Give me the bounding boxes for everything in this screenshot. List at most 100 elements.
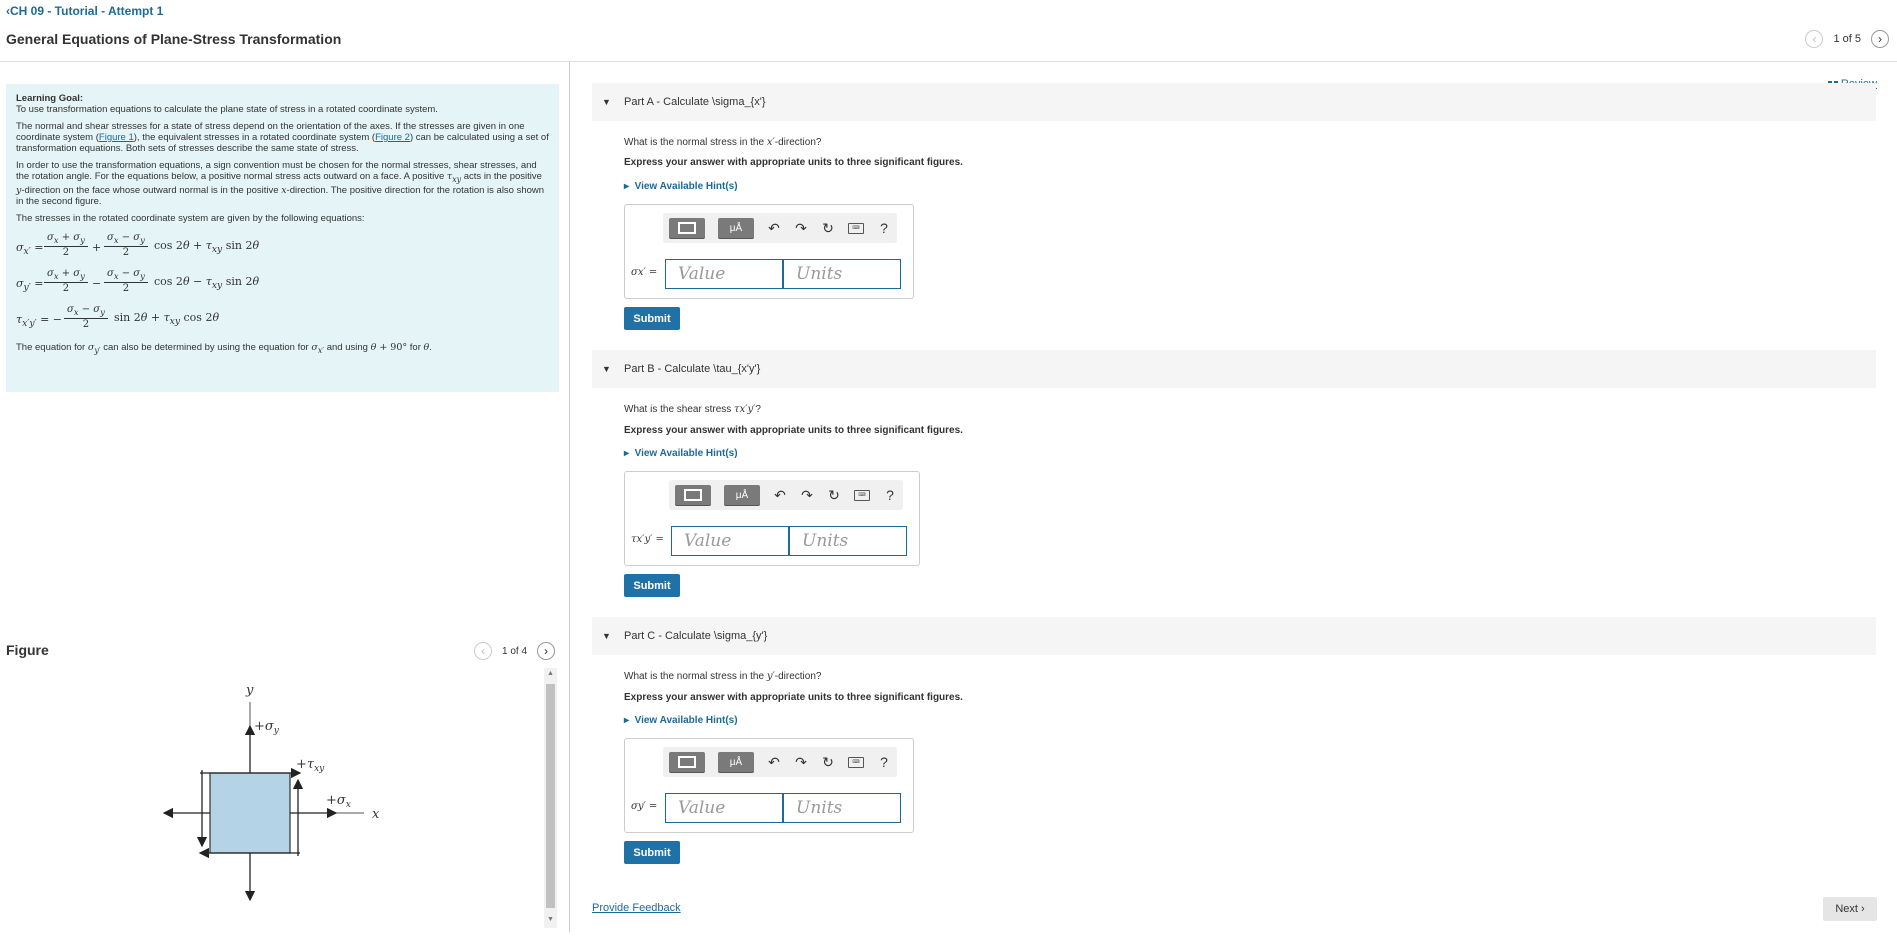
next-problem-button[interactable]: › [1871, 30, 1889, 48]
part-c-header[interactable]: ▼ Part C - Calculate \sigma_{y'} [592, 617, 1876, 655]
part-b-question: What is the shear stress τx′y′? [624, 404, 761, 415]
template-icon [678, 756, 696, 768]
y-axis-label: y [245, 683, 254, 698]
figure-2-link[interactable]: Figure 2 [375, 132, 410, 143]
part-c-submit-button[interactable]: Submit [624, 841, 680, 864]
sigma-y-label: +σy [254, 719, 280, 736]
page-title: General Equations of Plane-Stress Transf… [6, 31, 342, 47]
units-button[interactable]: μÅ [718, 752, 754, 772]
figure-panel: y x +σy +τxy +σx [0, 668, 560, 932]
figure-title: Figure [6, 642, 49, 658]
part-c-question: What is the normal stress in the y′-dire… [624, 671, 822, 682]
part-b-submit-button[interactable]: Submit [624, 574, 680, 597]
part-c-instructions: Express your answer with appropriate uni… [624, 692, 963, 703]
part-b-instructions: Express your answer with appropriate uni… [624, 425, 963, 436]
part-a-title: Part A - Calculate \sigma_{x'} [624, 96, 766, 108]
reset-icon[interactable]: ↻ [821, 220, 835, 237]
redo-icon[interactable]: ↷ [800, 487, 814, 504]
template-icon [684, 489, 702, 501]
part-c-value-input[interactable]: Value [665, 793, 783, 823]
prev-problem-button[interactable]: ‹ [1805, 30, 1824, 48]
keyboard-icon[interactable]: ⌨ [854, 489, 870, 501]
collapse-triangle-icon: ▼ [602, 631, 611, 641]
keyboard-icon[interactable]: ⌨ [848, 222, 864, 234]
tau-x-prime-y-prime-label: τx′y′ = [631, 534, 664, 545]
chevron-left-icon: ‹ [481, 644, 485, 658]
sigma-x-prime-label: σx′ = [631, 267, 658, 278]
part-b-answer-box: μÅ ↶ ↷ ↻ ⌨ ? τx′y′ = Value Units [624, 471, 920, 566]
math-toolbar: μÅ ↶ ↷ ↻ ⌨ ? [669, 480, 903, 510]
part-b-header[interactable]: ▼ Part B - Calculate \tau_{x'y'} [592, 350, 1876, 388]
figure-scrollbar[interactable]: ▲ ▼ [544, 668, 557, 928]
collapse-triangle-icon: ▼ [602, 97, 611, 107]
keyboard-icon[interactable]: ⌨ [848, 756, 864, 768]
undo-icon[interactable]: ↶ [773, 487, 787, 504]
equation-sigma-x-prime: σx′ = σx + σy 2 + σx − σy 2 cos 2θ + τxy s… [16, 231, 260, 258]
part-a-value-input[interactable]: Value [665, 259, 783, 289]
collapse-triangle-icon: ▼ [602, 364, 611, 374]
next-button[interactable]: Next › [1823, 897, 1877, 921]
redo-icon[interactable]: ↷ [794, 754, 808, 771]
problem-pager-text: 1 of 5 [1833, 33, 1861, 45]
template-button[interactable] [669, 752, 705, 772]
goal-paragraph-2: The normal and shear stresses for a stat… [16, 121, 549, 154]
goal-paragraph-4: The stresses in the rotated coordinate s… [16, 212, 365, 224]
next-figure-button[interactable]: › [537, 642, 556, 660]
problem-pager: ‹ 1 of 5 › [1805, 30, 1889, 48]
sigma-y-prime-label: σy′ = [631, 801, 658, 812]
part-a-header[interactable]: ▼ Part A - Calculate \sigma_{x'} [592, 83, 1876, 121]
goal-paragraph-3: In order to use the transformation equat… [16, 160, 545, 207]
template-button[interactable] [675, 485, 711, 505]
chevron-right-icon: › [544, 644, 549, 658]
part-a-answer-box: μÅ ↶ ↷ ↻ ⌨ ? σx′ = Value Units [624, 204, 914, 299]
part-c-units-input[interactable]: Units [783, 793, 901, 823]
equation-sigma-y-prime: σy′ = σx + σy 2 − σx − σy 2 cos 2θ − τxy s… [16, 267, 260, 294]
tau-xy-label: +τxy [296, 757, 325, 774]
reset-icon[interactable]: ↻ [821, 754, 835, 771]
part-a-units-input[interactable]: Units [783, 259, 901, 289]
part-b-units-input[interactable]: Units [789, 526, 907, 556]
scrollbar-thumb[interactable] [546, 684, 555, 908]
prev-figure-button[interactable]: ‹ [474, 642, 492, 660]
figure-pager-text: 1 of 4 [502, 645, 528, 657]
help-icon[interactable]: ? [877, 754, 891, 770]
learning-goal-panel: Learning Goal: To use transformation equ… [6, 84, 559, 392]
part-a-submit-button[interactable]: Submit [624, 307, 680, 330]
units-button[interactable]: μÅ [718, 218, 754, 238]
help-icon[interactable]: ? [883, 487, 897, 503]
sigma-x-label: +σx [326, 793, 351, 810]
learning-goal-text: To use transformation equations to calcu… [16, 104, 438, 115]
part-c-hint-link[interactable]: ▸ View Available Hint(s) [624, 715, 738, 726]
scroll-down-icon[interactable]: ▼ [547, 916, 554, 923]
units-button[interactable]: μÅ [724, 485, 760, 505]
help-icon[interactable]: ? [877, 220, 891, 236]
part-b-hint-link[interactable]: ▸ View Available Hint(s) [624, 448, 738, 459]
part-b-value-input[interactable]: Value [671, 526, 789, 556]
provide-feedback-link[interactable]: Provide Feedback [592, 902, 681, 914]
part-c-answer-box: μÅ ↶ ↷ ↻ ⌨ ? σy′ = Value Units [624, 738, 914, 833]
stress-element-figure: y x +σy +τxy +σx [162, 683, 380, 902]
figure-1-link[interactable]: Figure 1 [99, 132, 134, 143]
part-a-hint-link[interactable]: ▸ View Available Hint(s) [624, 181, 738, 192]
reset-icon[interactable]: ↻ [827, 487, 841, 504]
panel-divider [569, 62, 570, 932]
figure-pager: ‹ 1 of 4 › [474, 642, 556, 660]
undo-icon[interactable]: ↶ [767, 754, 781, 771]
header-divider [0, 61, 1897, 62]
chevron-left-icon: ‹ [1812, 32, 1817, 46]
scroll-up-icon[interactable]: ▲ [547, 670, 554, 677]
redo-icon[interactable]: ↷ [794, 220, 808, 237]
template-icon [678, 222, 696, 234]
equation-tau-x-prime-y-prime: τx′y′ = − σx − σy 2 sin 2θ + τxy cos 2θ [16, 303, 220, 330]
math-toolbar: μÅ ↶ ↷ ↻ ⌨ ? [663, 747, 897, 777]
part-c-title: Part C - Calculate \sigma_{y'} [624, 630, 768, 642]
chevron-right-icon: › [1878, 32, 1882, 46]
template-button[interactable] [669, 218, 705, 238]
part-a-question: What is the normal stress in the x′-dire… [624, 137, 822, 148]
undo-icon[interactable]: ↶ [767, 220, 781, 237]
part-a-instructions: Express your answer with appropriate uni… [624, 157, 963, 168]
learning-goal-heading: Learning Goal: [16, 93, 84, 104]
stress-element-box [209, 772, 291, 854]
back-link[interactable]: ‹CH 09 - Tutorial - Attempt 1 [6, 4, 163, 18]
part-b-title: Part B - Calculate \tau_{x'y'} [624, 363, 761, 375]
